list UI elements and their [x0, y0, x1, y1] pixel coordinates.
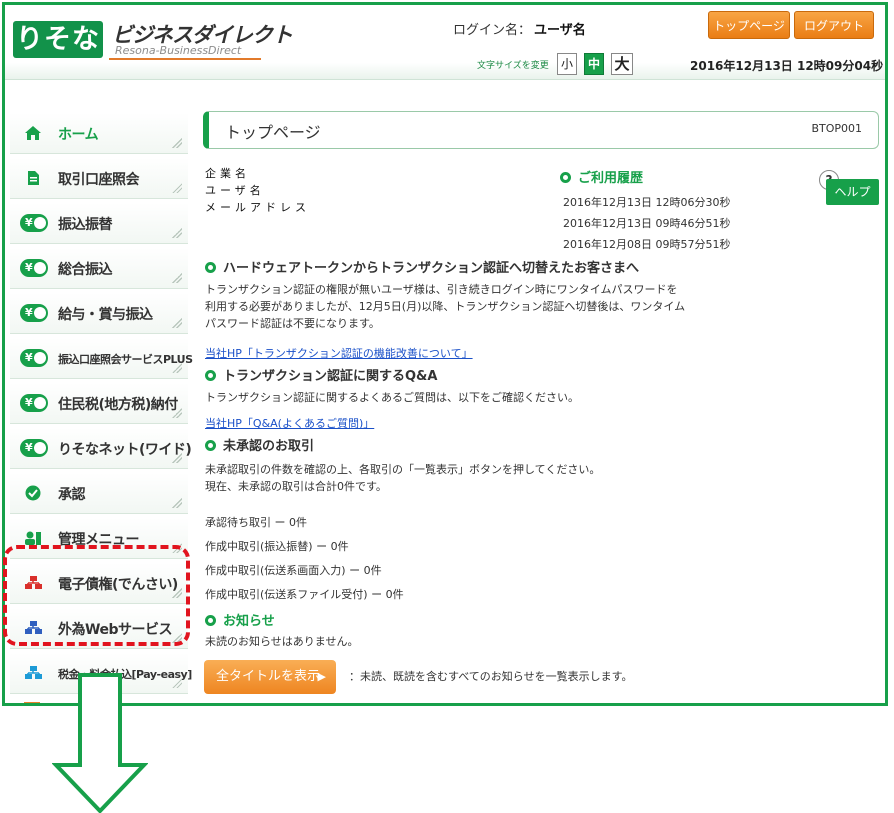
logo-mark: りそな	[13, 21, 103, 58]
sidebar-item-label: 住民税(地方税)納付	[58, 397, 178, 413]
grip-icon	[172, 408, 182, 418]
transfer-icon: ¥	[20, 349, 48, 367]
sidebar-item-label: 承認	[58, 487, 86, 503]
bullet-icon	[205, 440, 216, 451]
notice-heading: お知らせ	[205, 610, 275, 629]
current-datetime: 2016年12月13日 12時09分04秒	[690, 59, 884, 73]
list-item: 作成中取引(振込振替) ー 0件	[205, 540, 349, 553]
hw-token-text: トランザクション認証の権限が無いユーザ様は、引き続きログイン時にワンタイムパスワ…	[205, 283, 686, 330]
sidebar-item-label: 振込振替	[58, 217, 113, 233]
sidebar-item-salary-transfer[interactable]: ¥ 給与・賞与振込	[10, 293, 188, 334]
list-item: 承認待ち取引 ー 0件	[205, 516, 307, 529]
email-label: メールアドレス	[205, 201, 310, 214]
bullet-icon	[205, 370, 216, 381]
sidebar-item-resident-tax[interactable]: ¥ 住民税(地方税)納付	[10, 383, 188, 424]
history-heading: ご利用履歴	[560, 167, 643, 186]
transfer-icon: ¥	[20, 439, 48, 457]
sidebar-item-transfer[interactable]: ¥ 振込振替	[10, 203, 188, 244]
transaction-auth-link[interactable]: 当社HP「トランザクション認証の機能改善について」	[205, 345, 473, 361]
history-entry: 2016年12月13日 09時46分51秒	[563, 217, 731, 230]
sidebar-item-account-check-plus[interactable]: ¥ 振込口座照会サービスPLUS	[10, 338, 193, 379]
sidebar-item-home[interactable]: ホーム	[10, 113, 188, 154]
grip-icon	[172, 228, 182, 238]
chevron-right-icon: ▶	[317, 670, 326, 683]
user-info-labels: 企業名 ユーザ名 メールアドレス	[205, 165, 310, 216]
hw-token-heading: ハードウェアトークンからトランザクション認証へ切替えたお客さまへ	[205, 257, 639, 276]
bullet-icon	[205, 615, 216, 626]
show-all-description: ：未読、既読を含むすべてのお知らせを一覧表示します。	[349, 670, 633, 683]
grip-icon	[172, 273, 182, 283]
page-code: BTOP001	[811, 122, 862, 135]
grip-icon	[172, 363, 182, 373]
pending-heading: 未承認のお取引	[205, 435, 314, 454]
show-all-titles-button[interactable]: 全タイトルを表示 ▶	[204, 660, 336, 694]
sidebar-item-label: 総合振込	[58, 262, 113, 278]
company-name-label: 企業名	[205, 167, 250, 180]
pending-text: 未承認取引の件数を確認の上、各取引の「一覧表示」ボタンを押してください。 現在、…	[205, 463, 601, 493]
font-medium-button[interactable]: 中	[584, 53, 604, 75]
qa-text: トランザクション認証に関するよくあるご質問は、以下をご確認ください。	[205, 391, 579, 404]
transfer-icon: ¥	[20, 214, 48, 232]
list-item: 作成中取引(伝送系画面入力) ー 0件	[205, 564, 382, 577]
login-label: ログイン名：	[453, 23, 532, 38]
header: りそな ビジネスダイレクト Resona-BusinessDirect ログイン…	[5, 5, 885, 80]
transfer-icon: ¥	[20, 259, 48, 277]
network-icon	[25, 666, 42, 679]
qa-heading: トランザクション認証に関するQ&A	[205, 365, 437, 384]
transfer-icon: ¥	[20, 394, 48, 412]
page-title: トップページ	[225, 123, 321, 142]
logout-button[interactable]: ログアウト	[794, 11, 874, 39]
bullet-icon	[560, 172, 571, 183]
user-name-label: ユーザ名	[205, 184, 265, 197]
font-size-label: 文字サイズを変更	[477, 61, 549, 71]
font-small-button[interactable]: 小	[557, 53, 577, 75]
grip-icon	[172, 318, 182, 328]
list-item: 作成中取引(伝送系ファイル受付) ー 0件	[205, 588, 404, 601]
history-list: 2016年12月13日 12時06分30秒 2016年12月13日 09時46分…	[563, 192, 730, 255]
faq-link[interactable]: 当社HP「Q&A(よくあるご質問)」	[205, 415, 374, 431]
home-icon	[25, 126, 41, 140]
history-entry: 2016年12月08日 09時57分51秒	[563, 238, 731, 251]
sidebar-item-label: 給与・賞与振込	[58, 307, 153, 323]
partial-menu-icon	[24, 702, 40, 703]
logo-sub: Resona-BusinessDirect	[109, 44, 262, 60]
pending-list: 承認待ち取引 ー 0件 作成中取引(振込振替) ー 0件 作成中取引(伝送系画面…	[205, 511, 404, 607]
check-icon	[25, 485, 41, 501]
transfer-icon: ¥	[20, 304, 48, 322]
sidebar-item-resona-net[interactable]: ¥ りそなネット(ワイド)	[10, 428, 192, 469]
bullet-icon	[205, 262, 216, 273]
sidebar-item-label: 取引口座照会	[58, 172, 140, 188]
grip-icon	[172, 678, 182, 688]
top-page-button[interactable]: トップページへ	[708, 11, 790, 61]
sidebar-item-label: ホーム	[58, 127, 99, 143]
grip-icon	[172, 453, 182, 463]
notice-text: 未読のお知らせはありません。	[205, 635, 359, 648]
grip-icon	[172, 183, 182, 193]
help-button[interactable]: ヘルプ	[826, 179, 879, 205]
admin-icon	[25, 531, 41, 545]
font-large-button[interactable]: 大	[611, 53, 633, 75]
history-entry: 2016年12月13日 12時06分30秒	[563, 196, 731, 209]
login-user: ユーザ名	[534, 23, 586, 38]
sidebar-item-account-inquiry[interactable]: 取引口座照会	[10, 158, 188, 199]
sidebar-item-approval[interactable]: 承認	[10, 473, 188, 514]
document-icon	[28, 171, 39, 185]
page-title-box: トップページ BTOP001	[203, 111, 879, 149]
sidebar-item-bulk-transfer[interactable]: ¥ 総合振込	[10, 248, 188, 289]
grip-icon	[172, 138, 182, 148]
highlight-dashed-box	[3, 545, 190, 646]
down-arrow-icon	[52, 673, 148, 813]
grip-icon	[172, 498, 182, 508]
